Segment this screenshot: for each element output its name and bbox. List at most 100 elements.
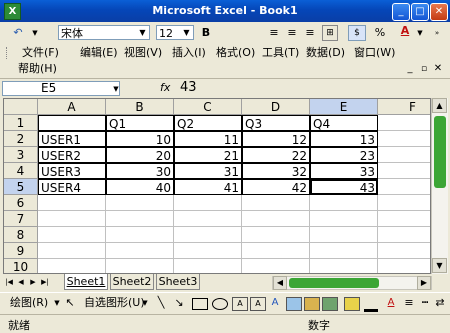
cell-a10[interactable] (38, 259, 106, 273)
vertical-scrollbar[interactable]: ▲ ▼ (431, 98, 448, 274)
cell-b8[interactable] (106, 227, 174, 243)
cell-b5[interactable]: 40 (106, 179, 174, 195)
cell-c5[interactable]: 41 (174, 179, 242, 195)
cell-e4[interactable]: 33 (310, 163, 378, 179)
align-right-icon[interactable]: ≡ (302, 25, 318, 41)
row-header-8[interactable]: 8 (4, 227, 38, 243)
cell-b6[interactable] (106, 195, 174, 211)
first-sheet-icon[interactable]: |◀ (4, 276, 14, 289)
cell-a9[interactable] (38, 243, 106, 259)
cell-a7[interactable] (38, 211, 106, 227)
arrow-style-icon[interactable]: ⇄ (434, 295, 446, 311)
workbook-restore-icon[interactable]: ▫ (418, 61, 430, 77)
cell-b3[interactable]: 20 (106, 147, 174, 163)
row-header-10[interactable]: 10 (4, 259, 38, 273)
arrow-icon[interactable]: ↘ (172, 295, 186, 311)
row-header-9[interactable]: 9 (4, 243, 38, 259)
cell-a3[interactable]: USER2 (38, 147, 106, 163)
name-box-dropdown-icon[interactable]: ▼ (112, 81, 120, 97)
cell-b4[interactable]: 30 (106, 163, 174, 179)
cell-c7[interactable] (174, 211, 242, 227)
wordart-icon[interactable]: A (268, 297, 282, 309)
font-name-combo[interactable]: 宋体 ▼ (58, 25, 150, 40)
cell-f8[interactable] (378, 227, 430, 243)
chevron-down-icon[interactable]: ▼ (140, 295, 150, 311)
cell-d9[interactable] (242, 243, 310, 259)
cell-a1[interactable] (38, 115, 106, 131)
column-header-e[interactable]: E (310, 99, 378, 115)
cell-f10[interactable] (378, 259, 430, 273)
clipart-icon[interactable] (304, 297, 320, 311)
cell-f3[interactable] (378, 147, 430, 163)
cell-b1[interactable]: Q1 (106, 115, 174, 131)
line-color-icon[interactable] (364, 297, 378, 312)
select-all-corner[interactable] (4, 99, 38, 115)
cell-e8[interactable] (310, 227, 378, 243)
scroll-left-icon[interactable]: ◀ (273, 276, 287, 290)
cell-a4[interactable]: USER3 (38, 163, 106, 179)
name-box[interactable]: E5 (2, 81, 120, 96)
cell-c4[interactable]: 31 (174, 163, 242, 179)
cell-f6[interactable] (378, 195, 430, 211)
cell-d7[interactable] (242, 211, 310, 227)
oval-icon[interactable] (212, 298, 228, 310)
worksheet-grid[interactable]: A B C D E F 1 Q1 Q2 Q3 Q4 2 USER1 10 11 12 13 3 USER2 20 21 2… (3, 98, 431, 274)
row-header-6[interactable]: 6 (4, 195, 38, 211)
cell-f1[interactable] (378, 115, 430, 131)
column-header-f[interactable]: F (378, 99, 430, 115)
cell-d5[interactable]: 42 (242, 179, 310, 195)
cell-c6[interactable] (174, 195, 242, 211)
chevron-down-icon[interactable]: ▼ (137, 27, 148, 38)
close-button[interactable]: ✕ (430, 3, 448, 21)
menu-window[interactable]: 窗口(W) (354, 44, 395, 62)
cell-c8[interactable] (174, 227, 242, 243)
draw-font-color-icon[interactable]: A (384, 297, 398, 309)
line-style-icon[interactable]: ≡ (402, 295, 416, 311)
picture-icon[interactable] (322, 297, 338, 311)
draw-menu-button[interactable]: 绘图(R) (10, 294, 48, 312)
line-icon[interactable]: ╲ (154, 295, 168, 311)
autoshapes-button[interactable]: 自选图形(U) (84, 294, 145, 312)
column-header-c[interactable]: C (174, 99, 242, 115)
scroll-right-icon[interactable]: ▶ (417, 276, 431, 290)
cell-d8[interactable] (242, 227, 310, 243)
percent-button[interactable]: % (372, 25, 388, 41)
currency-icon[interactable]: $ (348, 25, 366, 41)
cell-b2[interactable]: 10 (106, 131, 174, 147)
cell-f2[interactable] (378, 131, 430, 147)
cell-d6[interactable] (242, 195, 310, 211)
menu-tools[interactable]: 工具(T) (262, 44, 299, 62)
prev-sheet-icon[interactable]: ◀ (16, 276, 26, 289)
vertical-textbox-icon[interactable]: A (250, 297, 266, 311)
workbook-close-icon[interactable]: ✕ (432, 61, 444, 77)
cell-a6[interactable] (38, 195, 106, 211)
insert-function-button[interactable]: fx (160, 81, 170, 94)
bold-button[interactable]: B (198, 25, 214, 41)
row-header-3[interactable]: 3 (4, 147, 38, 163)
diagram-icon[interactable] (286, 297, 302, 311)
sheet-tab-sheet3[interactable]: Sheet3 (156, 274, 200, 290)
cell-d3[interactable]: 22 (242, 147, 310, 163)
cell-c10[interactable] (174, 259, 242, 273)
scroll-up-icon[interactable]: ▲ (432, 98, 447, 113)
cell-d10[interactable] (242, 259, 310, 273)
align-left-icon[interactable]: ≡ (266, 25, 282, 41)
menu-help[interactable]: 帮助(H) (18, 60, 57, 78)
column-header-a[interactable]: A (38, 99, 106, 115)
undo-dropdown-icon[interactable]: ▼ (30, 25, 40, 41)
formula-input[interactable]: 43 (180, 80, 197, 95)
cell-f5[interactable] (378, 179, 430, 195)
workbook-minimize-icon[interactable]: _ (404, 61, 416, 77)
maximize-button[interactable]: □ (411, 3, 429, 21)
cell-c3[interactable]: 21 (174, 147, 242, 163)
horizontal-scrollbar[interactable]: ◀ ▶ (272, 276, 432, 290)
cell-e2[interactable]: 13 (310, 131, 378, 147)
menu-format[interactable]: 格式(O) (216, 44, 255, 62)
cell-b10[interactable] (106, 259, 174, 273)
row-header-2[interactable]: 2 (4, 131, 38, 147)
dash-style-icon[interactable]: ┅ (418, 295, 432, 311)
cell-e3[interactable]: 23 (310, 147, 378, 163)
row-header-7[interactable]: 7 (4, 211, 38, 227)
cell-e1[interactable]: Q4 (310, 115, 378, 131)
cell-b9[interactable] (106, 243, 174, 259)
